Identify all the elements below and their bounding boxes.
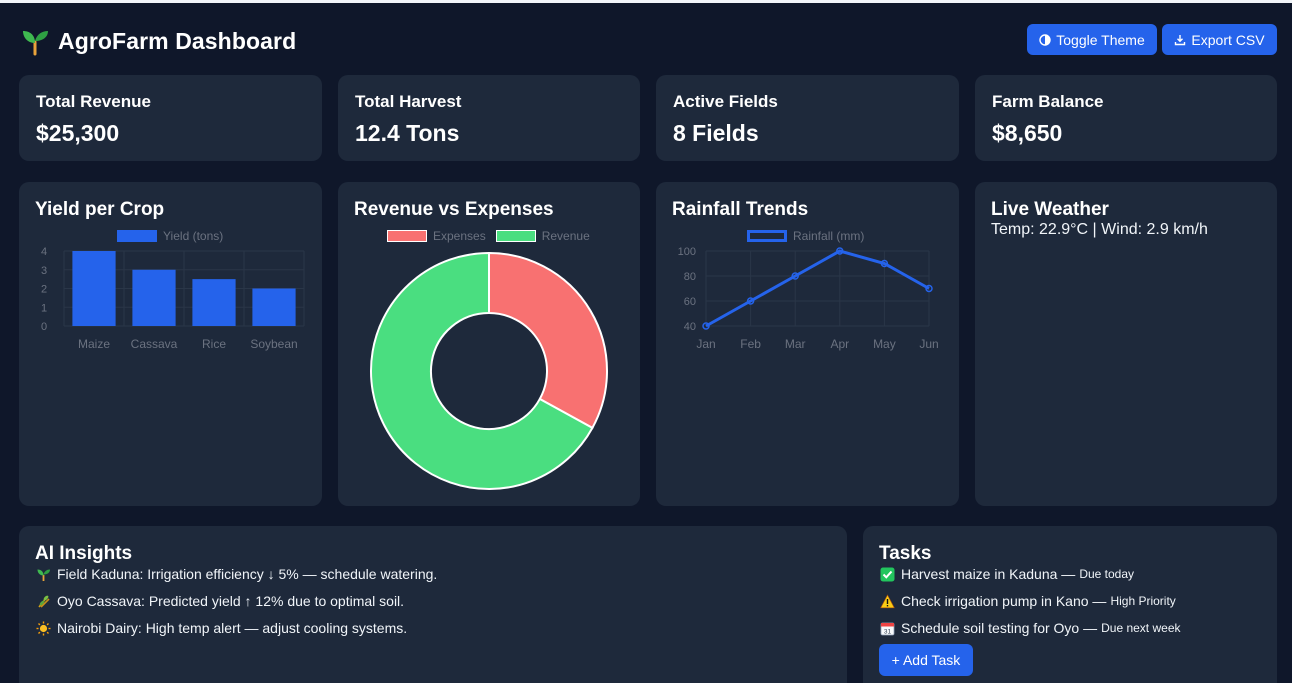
brand: AgroFarm Dashboard bbox=[20, 26, 296, 56]
x-tick-label: Soybean bbox=[250, 337, 297, 351]
export-csv-label: Export CSV bbox=[1191, 31, 1265, 48]
task-item[interactable]: 31 Schedule soil testing for Oyo — Due n… bbox=[880, 620, 1181, 636]
x-tick-label: Jun bbox=[919, 337, 938, 351]
stat-card-fields: Active Fields 8 Fields bbox=[656, 75, 959, 161]
header: AgroFarm Dashboard Toggle Theme Export C… bbox=[20, 24, 1277, 58]
task-item[interactable]: Check irrigation pump in Kano — High Pri… bbox=[880, 593, 1176, 609]
stat-title: Active Fields bbox=[673, 92, 778, 111]
stat-card-harvest: Total Harvest 12.4 Tons bbox=[338, 75, 640, 161]
y-tick-label: 60 bbox=[684, 296, 696, 308]
theme-icon bbox=[1039, 33, 1051, 46]
bar bbox=[132, 269, 176, 326]
stat-value: $25,300 bbox=[36, 120, 120, 146]
sun-icon bbox=[36, 621, 51, 635]
x-tick-label: Apr bbox=[830, 337, 849, 351]
insight-text: Nairobi Dairy: High temp alert — adjust … bbox=[57, 620, 408, 636]
y-tick-label: 40 bbox=[684, 321, 696, 333]
x-tick-label: Maize bbox=[78, 337, 110, 351]
revenue-expenses-donut-chart bbox=[370, 251, 608, 490]
stat-title: Farm Balance bbox=[992, 92, 1104, 111]
stat-card-revenue: Total Revenue $25,300 bbox=[19, 75, 322, 161]
yield-card: Yield per Crop Yield (tons) 0 1 2 3 4 Maize Ca… bbox=[19, 182, 322, 506]
y-tick-label: 0 bbox=[41, 321, 47, 333]
top-border bbox=[0, 0, 1292, 3]
revenue-expenses-card: Revenue vs Expenses Expenses Revenue bbox=[338, 182, 640, 506]
stat-title: Total Revenue bbox=[36, 92, 151, 111]
stat-value: 8 Fields bbox=[673, 120, 759, 146]
yield-bar-chart: 0 1 2 3 4 Maize Cassava Rice Soybean bbox=[41, 246, 305, 351]
tasks-card: Tasks Harvest maize in Kaduna — Due toda… bbox=[863, 526, 1277, 683]
svg-text:31: 31 bbox=[884, 628, 892, 635]
task-item[interactable]: Harvest maize in Kaduna — Due today bbox=[880, 566, 1134, 582]
x-tick-label: Mar bbox=[785, 337, 806, 351]
sheaf-icon bbox=[38, 595, 50, 608]
stat-value: 12.4 Tons bbox=[355, 120, 460, 146]
check-icon bbox=[880, 567, 895, 581]
insight-item: Field Kaduna: Irrigation efficiency ↓ 5%… bbox=[36, 566, 437, 582]
card-title: Live Weather bbox=[991, 199, 1109, 220]
y-tick-label: 80 bbox=[684, 271, 696, 283]
task-text: Check irrigation pump in Kano — bbox=[901, 593, 1107, 609]
weather-readout: Temp: 22.9°C | Wind: 2.9 km/h bbox=[991, 221, 1208, 238]
add-task-button[interactable]: + Add Task bbox=[879, 644, 973, 676]
y-tick-label: 2 bbox=[41, 284, 47, 296]
weather-card: Live Weather Temp: 22.9°C | Wind: 2.9 km… bbox=[975, 182, 1277, 506]
bar bbox=[72, 251, 116, 326]
x-tick-label: Rice bbox=[202, 337, 226, 351]
export-csv-button[interactable]: Export CSV bbox=[1162, 24, 1277, 55]
page-title: AgroFarm Dashboard bbox=[58, 27, 297, 54]
calendar-icon: 31 bbox=[880, 622, 895, 635]
insight-text: Oyo Cassava: Predicted yield ↑ 12% due t… bbox=[57, 593, 405, 609]
y-tick-label: 1 bbox=[41, 302, 47, 314]
y-tick-label: 3 bbox=[41, 265, 47, 277]
stat-card-balance: Farm Balance $8,650 bbox=[975, 75, 1277, 161]
seedling-icon bbox=[23, 31, 48, 56]
insight-item: Nairobi Dairy: High temp alert — adjust … bbox=[36, 620, 407, 636]
rainfall-line-chart: 40 60 80 100 Jan Feb Mar Apr May Jun bbox=[678, 246, 939, 351]
card-title: Tasks bbox=[879, 543, 932, 564]
task-text: Harvest maize in Kaduna — bbox=[901, 566, 1076, 582]
insight-item: Oyo Cassava: Predicted yield ↑ 12% due t… bbox=[36, 593, 404, 609]
donut-slice bbox=[488, 251, 608, 430]
seedling-icon bbox=[37, 569, 50, 581]
x-tick-label: May bbox=[873, 337, 896, 351]
rainfall-card: Rainfall Trends Rainfall (mm) 40 60 80 100 J… bbox=[656, 182, 959, 506]
toggle-theme-button[interactable]: Toggle Theme bbox=[1027, 24, 1157, 55]
x-tick-label: Cassava bbox=[131, 337, 178, 351]
y-tick-label: 4 bbox=[41, 246, 47, 258]
task-text: Schedule soil testing for Oyo — bbox=[901, 620, 1098, 636]
series-line bbox=[705, 249, 930, 328]
bar bbox=[252, 288, 296, 326]
task-due: Due today bbox=[1079, 567, 1135, 581]
insight-text: Field Kaduna: Irrigation efficiency ↓ 5%… bbox=[57, 566, 438, 582]
x-tick-label: Jan bbox=[696, 337, 715, 351]
insights-card: AI Insights Field Kaduna: Irrigation eff… bbox=[19, 526, 847, 683]
warning-icon bbox=[880, 593, 895, 608]
y-tick-label: 100 bbox=[678, 246, 696, 258]
card-title: AI Insights bbox=[35, 543, 133, 564]
toggle-theme-label: Toggle Theme bbox=[1056, 31, 1145, 48]
stat-title: Total Harvest bbox=[355, 92, 462, 111]
task-due: High Priority bbox=[1110, 594, 1176, 608]
x-tick-label: Feb bbox=[740, 337, 761, 351]
download-icon bbox=[1175, 34, 1186, 45]
stat-value: $8,650 bbox=[992, 120, 1063, 146]
task-due: Due next week bbox=[1101, 621, 1181, 635]
bar bbox=[192, 279, 236, 326]
